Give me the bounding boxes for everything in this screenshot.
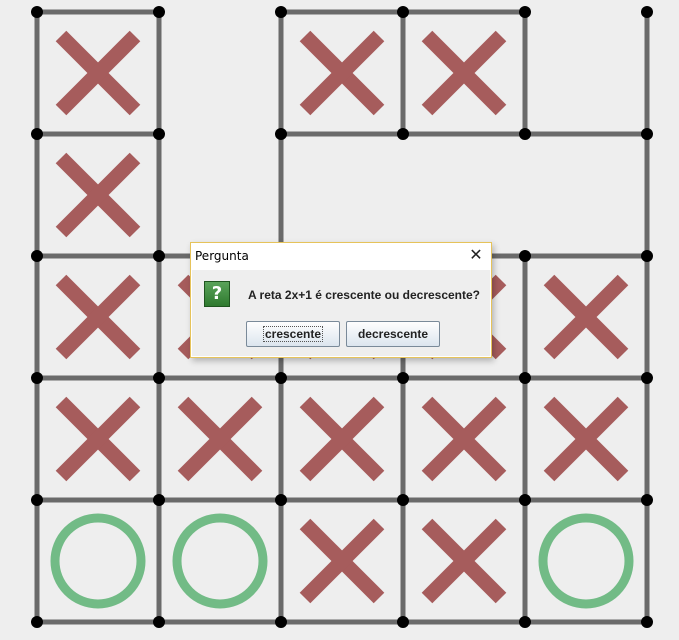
decrescente-button-label: decrescente	[357, 327, 429, 341]
grid-dot[interactable]	[275, 6, 287, 18]
grid-dot[interactable]	[641, 250, 653, 262]
decrescente-button[interactable]: decrescente	[346, 321, 440, 347]
x-mark	[299, 396, 385, 482]
grid-dot[interactable]	[641, 128, 653, 140]
grid-dot[interactable]	[641, 494, 653, 506]
crescente-button-label: crescente	[262, 326, 324, 342]
grid-dot[interactable]	[519, 616, 531, 628]
grid-dot[interactable]	[275, 372, 287, 384]
grid-dot[interactable]	[31, 494, 43, 506]
grid-dot[interactable]	[31, 128, 43, 140]
grid-dot[interactable]	[153, 128, 165, 140]
grid-dot[interactable]	[397, 372, 409, 384]
o-mark	[538, 513, 634, 609]
x-mark	[421, 30, 507, 116]
grid-dot[interactable]	[641, 6, 653, 18]
dialog-body: ? A reta 2x+1 é crescente ou decrescente…	[192, 270, 490, 356]
grid-dot[interactable]	[519, 250, 531, 262]
grid-dot[interactable]	[153, 250, 165, 262]
x-mark	[543, 274, 629, 360]
dialog-titlebar: Pergunta ✕	[191, 243, 491, 270]
o-mark	[172, 513, 268, 609]
grid-dot[interactable]	[31, 6, 43, 18]
dialog-title: Pergunta	[195, 249, 249, 263]
grid-dot[interactable]	[397, 128, 409, 140]
grid-dot[interactable]	[153, 494, 165, 506]
grid-dot[interactable]	[275, 128, 287, 140]
x-mark	[177, 396, 263, 482]
x-mark	[55, 30, 141, 116]
grid-dot[interactable]	[275, 494, 287, 506]
x-mark	[421, 518, 507, 604]
grid-dot[interactable]	[397, 616, 409, 628]
x-mark	[421, 396, 507, 482]
grid-dot[interactable]	[397, 494, 409, 506]
grid-dot[interactable]	[31, 616, 43, 628]
x-mark	[55, 396, 141, 482]
grid-dot[interactable]	[153, 372, 165, 384]
question-text: A reta 2x+1 é crescente ou decrescente?	[248, 288, 481, 302]
grid-dot[interactable]	[519, 6, 531, 18]
x-mark	[543, 396, 629, 482]
grid-dot[interactable]	[31, 372, 43, 384]
question-icon: ?	[204, 281, 230, 307]
question-dialog: Pergunta ✕ ? A reta 2x+1 é crescente ou …	[190, 242, 492, 358]
x-mark	[55, 274, 141, 360]
x-mark	[299, 30, 385, 116]
grid-dot[interactable]	[641, 372, 653, 384]
grid-dot[interactable]	[275, 616, 287, 628]
o-mark	[50, 513, 146, 609]
crescente-button[interactable]: crescente	[246, 321, 340, 347]
grid-dot[interactable]	[519, 128, 531, 140]
grid-dot[interactable]	[153, 616, 165, 628]
grid-dot[interactable]	[153, 6, 165, 18]
grid-dot[interactable]	[519, 494, 531, 506]
x-mark	[55, 152, 141, 238]
grid-dot[interactable]	[641, 616, 653, 628]
grid-dot[interactable]	[397, 6, 409, 18]
x-mark	[299, 518, 385, 604]
close-icon[interactable]: ✕	[467, 246, 485, 264]
grid-dot[interactable]	[519, 372, 531, 384]
grid-dot[interactable]	[31, 250, 43, 262]
